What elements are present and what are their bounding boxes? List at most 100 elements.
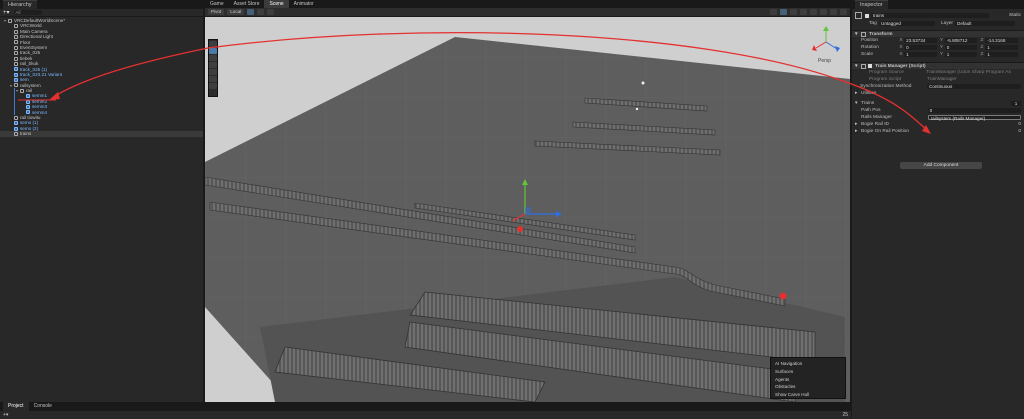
space-dropdown[interactable]: Local	[227, 9, 245, 15]
effects-toggle[interactable]	[810, 9, 817, 15]
hierarchy-item-label: semm2	[32, 98, 48, 104]
tag-dropdown[interactable]: Untagged	[879, 20, 935, 27]
hierarchy-item-label: track_025 (1)	[20, 66, 48, 72]
inspector-panel: Inspector trains Static Tag Untagged Lay…	[851, 0, 1024, 419]
program-source-row: Program Source TrainManager (Udon Sharp …	[852, 69, 1024, 76]
sync-method-dropdown[interactable]: Continuous	[927, 83, 1021, 90]
object-name-field[interactable]: trains	[871, 12, 989, 19]
snap-increment-button[interactable]	[257, 9, 265, 15]
ai-navigation-title: AI Navigation	[775, 361, 803, 366]
rotation-z-field[interactable]: 1	[985, 44, 1019, 51]
scale-z-field[interactable]: 1	[985, 51, 1019, 58]
rotation-x-field[interactable]: 0	[904, 44, 937, 51]
unity-editor: Hierarchy +▾ All ▾ VRCDefaultWorldScene* V…	[0, 0, 1024, 419]
tab-asset-store[interactable]: Asset Store	[229, 0, 265, 8]
marker-dot-1	[517, 226, 523, 232]
move-tool-icon[interactable]	[209, 48, 217, 54]
scene-panel: Game Asset Store Scene Animator Pivot Local	[205, 0, 850, 402]
grid-snap-button[interactable]	[247, 9, 255, 15]
gameobject-icon	[14, 78, 18, 83]
component-enabled-checkbox[interactable]	[868, 64, 872, 68]
hidden-objects-toggle[interactable]	[820, 9, 827, 15]
view-tool-icon[interactable]	[209, 41, 217, 47]
utilities-row[interactable]: ▸ Utilities	[852, 90, 1024, 97]
rect-tool-icon[interactable]	[209, 69, 217, 75]
sync-method-label: Synchronization Method	[860, 84, 912, 89]
lighting-toggle[interactable]	[790, 9, 797, 15]
position-z-field[interactable]: -14.3168	[985, 37, 1019, 44]
axis-y-label: Y	[939, 38, 944, 43]
grid-button[interactable]	[267, 9, 275, 15]
gameobject-icon	[14, 121, 18, 126]
inspector-tabbar: Inspector	[852, 0, 1024, 9]
position-row: Position X 23.53734 Y -5.808712 Z -14.3168	[852, 37, 1024, 44]
gameobject-icon	[14, 56, 18, 61]
trains-count[interactable]: 1	[1011, 100, 1021, 107]
nav-obstacles-item[interactable]: Obstacles	[775, 383, 841, 391]
scene-render: Persp	[205, 26, 850, 402]
orientation-gizmo[interactable]: Persp	[812, 26, 840, 64]
gameobject-icon	[14, 126, 18, 131]
gameobject-icon	[14, 67, 18, 72]
scene-tabbar: Game Asset Store Scene Animator	[205, 0, 850, 8]
nav-surfaces-item[interactable]: Surfaces	[775, 368, 841, 376]
hierarchy-item-label: rail_bkuk	[20, 61, 39, 67]
scale-y-field[interactable]: 1	[944, 51, 978, 58]
gameobject-icon	[26, 94, 30, 99]
position-x-field[interactable]: 23.53734	[904, 37, 937, 44]
rotation-y-field[interactable]: 0	[944, 44, 978, 51]
rotate-tool-icon[interactable]	[209, 55, 217, 61]
transform-tool-icon[interactable]	[209, 76, 217, 82]
hierarchy-item-label: trains	[20, 131, 32, 137]
add-icon[interactable]: +▾	[3, 412, 8, 418]
hierarchy-search-input[interactable]: All	[13, 10, 42, 15]
nav-show-carve-hull-item[interactable]: Show Carve Hull	[775, 391, 841, 399]
rails-manager-label: Rails Manager	[861, 115, 892, 120]
draw-mode-button[interactable]	[770, 9, 777, 15]
2d-toggle[interactable]	[780, 9, 787, 15]
inspector-tab[interactable]: Inspector	[855, 0, 888, 9]
scene-viewport[interactable]: Persp AI Navigation Surfaces Agents Obst…	[205, 17, 850, 402]
project-tab[interactable]: Project	[3, 402, 29, 411]
trains-row[interactable]: ▾ Trains 1	[852, 100, 1024, 107]
gameobject-icon	[14, 131, 18, 136]
hierarchy-item[interactable]: trains	[0, 131, 203, 137]
custom-tool-icon[interactable]	[209, 83, 217, 89]
gameobject-icon	[14, 40, 18, 45]
bogie-rail-id-count: 0	[1018, 122, 1021, 127]
transform-header[interactable]: ▾ Transform	[852, 30, 1024, 37]
active-checkbox[interactable]	[865, 13, 869, 18]
selection-bracket	[14, 88, 15, 116]
add-icon[interactable]: +▾	[3, 9, 10, 16]
static-toggle[interactable]: Static	[1009, 12, 1021, 19]
tab-animator[interactable]: Animator	[289, 0, 319, 8]
hierarchy-tab[interactable]: Hierarchy	[3, 0, 37, 9]
hierarchy-item-label: semm3	[32, 104, 48, 110]
gameobject-icon	[14, 61, 18, 66]
scale-x-field[interactable]: 1	[904, 51, 937, 58]
path-pos-field[interactable]: 0	[927, 107, 1021, 114]
gameobject-icon	[26, 110, 30, 115]
train-manager-header[interactable]: ▾ Train Manager (Script)	[852, 62, 1024, 69]
layer-dropdown[interactable]: Default	[955, 20, 1015, 27]
project-toolbar: +▾ 25	[0, 411, 851, 419]
hierarchy-item-label: semm4	[32, 109, 48, 115]
rails-manager-field[interactable]: railsystem (Rails Manager)	[927, 114, 1021, 121]
hierarchy-item-label: tiebek	[20, 55, 33, 61]
gameobject-icon	[14, 29, 18, 34]
tab-game[interactable]: Game	[205, 0, 229, 8]
scale-tool-icon[interactable]	[209, 62, 217, 68]
hierarchy-toolbar: +▾ All	[0, 9, 203, 17]
bogie-rail-id-row[interactable]: ▸ Bogie Rail ID 0	[852, 121, 1024, 128]
tab-scene[interactable]: Scene	[264, 0, 289, 8]
position-y-field[interactable]: -5.808712	[944, 37, 978, 44]
console-tab[interactable]: Console	[29, 402, 57, 411]
bogie-on-rail-row[interactable]: ▸ Bogie On Rail Position 0	[852, 128, 1024, 135]
gizmos-button[interactable]	[840, 9, 847, 15]
scene-camera-button[interactable]	[830, 9, 837, 15]
add-component-button[interactable]: Add Component	[900, 162, 982, 169]
nav-agents-item[interactable]: Agents	[775, 376, 841, 384]
pivot-dropdown[interactable]: Pivot	[208, 9, 225, 15]
program-script-field: TrainManager	[927, 77, 957, 82]
audio-toggle[interactable]	[800, 9, 807, 15]
